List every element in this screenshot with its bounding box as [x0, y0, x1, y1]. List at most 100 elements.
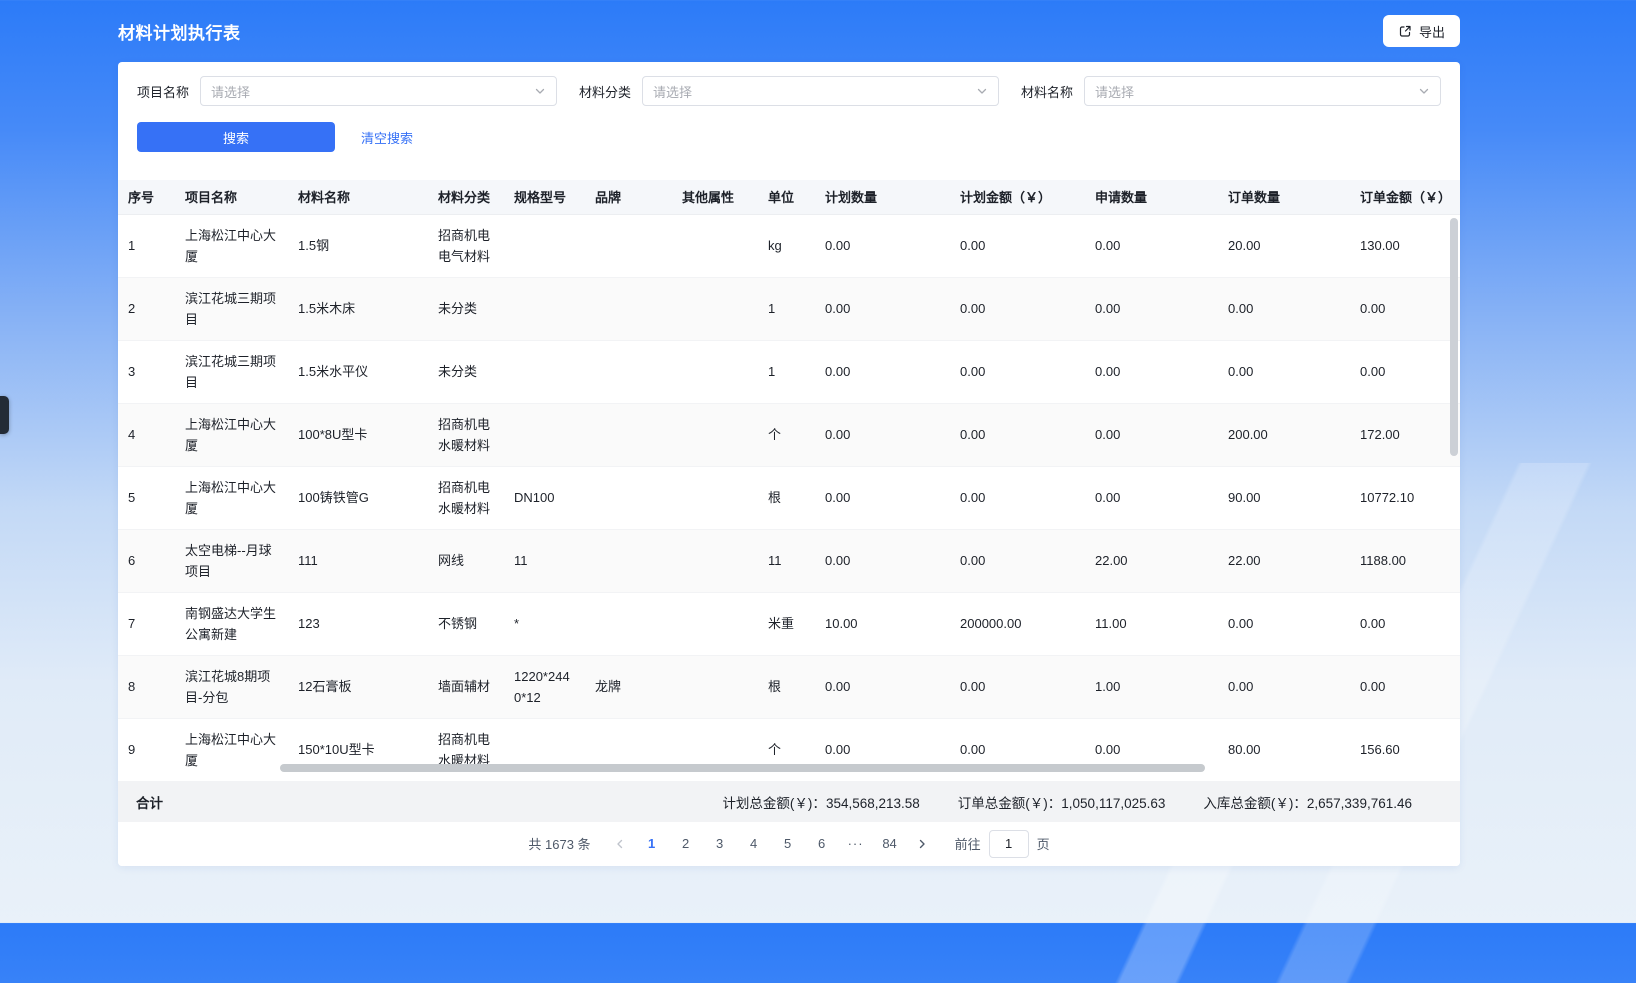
table-cell: 0.00: [1218, 277, 1350, 340]
vertical-scrollbar-thumb[interactable]: [1450, 218, 1458, 456]
table-cell: [672, 592, 758, 655]
table-cell: 130.00: [1350, 214, 1460, 277]
column-header: 材料分类: [428, 180, 504, 214]
search-button[interactable]: 搜索: [137, 122, 335, 152]
page-jump: 前往 页: [955, 830, 1050, 858]
table-header-row: 序号项目名称材料名称材料分类规格型号品牌其他属性单位计划数量计划金额（￥）申请数…: [118, 180, 1460, 214]
next-page-button[interactable]: [907, 830, 937, 858]
page-button-6[interactable]: 6: [805, 830, 839, 858]
page-jump-input[interactable]: [989, 830, 1029, 858]
table-cell: 0.00: [1085, 466, 1218, 529]
pager-pages: 123456···84: [635, 830, 907, 858]
table-cell: 20.00: [1218, 214, 1350, 277]
summary-items: 计划总金额(￥)：354,568,213.58 订单总金额(￥)：1,050,1…: [722, 792, 1412, 812]
table-row: 6太空电梯--月球项目111网线11110.000.0022.0022.0011…: [118, 529, 1460, 592]
column-header: 品牌: [585, 180, 672, 214]
horizontal-scrollbar-thumb[interactable]: [280, 764, 1205, 772]
table-cell: 0.00: [1085, 214, 1218, 277]
table-cell: 11: [758, 529, 815, 592]
table-row: 4上海松江中心大厦100*8U型卡招商机电 水暖材料个0.000.000.002…: [118, 403, 1460, 466]
table-cell: 0.00: [815, 403, 950, 466]
table-cell: [504, 214, 585, 277]
project-name-placeholder: 请选择: [211, 82, 250, 101]
table-cell: [585, 466, 672, 529]
table-cell: [672, 277, 758, 340]
table-cell: 9: [118, 718, 175, 781]
table-cell: 上海松江中心大厦: [175, 718, 288, 781]
page-button-3[interactable]: 3: [703, 830, 737, 858]
chevron-left-icon: [614, 838, 626, 850]
clear-search-link[interactable]: 清空搜索: [361, 128, 413, 147]
table-cell: 0.00: [815, 214, 950, 277]
page-button-2[interactable]: 2: [669, 830, 703, 858]
table-cell: [585, 277, 672, 340]
table-cell: 0.00: [950, 277, 1085, 340]
column-header: 材料名称: [288, 180, 428, 214]
table-cell: 22.00: [1218, 529, 1350, 592]
table-cell: 0.00: [950, 466, 1085, 529]
table-cell: 3: [118, 340, 175, 403]
table-row: 8滨江花城8期项目-分包12石膏板墙面辅材1220*2440*12龙牌根0.00…: [118, 655, 1460, 718]
table-cell: 米重: [758, 592, 815, 655]
table-cell: 200000.00: [950, 592, 1085, 655]
table-cell: 上海松江中心大厦: [175, 214, 288, 277]
table-cell: [672, 529, 758, 592]
table-cell: 111: [288, 529, 428, 592]
prev-page-button[interactable]: [605, 830, 635, 858]
table-cell: 网线: [428, 529, 504, 592]
table-cell: 招商机电 水暖材料: [428, 466, 504, 529]
column-header: 申请数量: [1085, 180, 1218, 214]
chevron-right-icon: [916, 838, 928, 850]
page-button-5[interactable]: 5: [771, 830, 805, 858]
table-cell: 1188.00: [1350, 529, 1460, 592]
filter-panel: 项目名称 请选择 材料分类 请选择 材料名称 请选择: [118, 62, 1460, 180]
column-header: 计划金额（￥）: [950, 180, 1085, 214]
material-name-select[interactable]: 请选择: [1084, 76, 1441, 106]
material-name-placeholder: 请选择: [1095, 82, 1134, 101]
table-cell: 1: [758, 340, 815, 403]
chevron-down-icon: [976, 85, 988, 97]
page-button-84[interactable]: 84: [873, 830, 907, 858]
table-cell: 7: [118, 592, 175, 655]
plan-total-amount: 计划总金额(￥)：354,568,213.58: [722, 792, 919, 812]
table-cell: 1: [758, 277, 815, 340]
column-header: 序号: [118, 180, 175, 214]
column-header: 其他属性: [672, 180, 758, 214]
content-card: 项目名称 请选择 材料分类 请选择 材料名称 请选择: [118, 62, 1460, 866]
table-cell: [585, 592, 672, 655]
export-icon: [1398, 24, 1412, 38]
table-cell: *: [504, 592, 585, 655]
table-cell: 0.00: [950, 655, 1085, 718]
table-cell: 1.5米水平仪: [288, 340, 428, 403]
pager-more-icon[interactable]: ···: [839, 830, 873, 858]
topbar: 材料计划执行表 导出: [118, 0, 1460, 62]
column-header: 规格型号: [504, 180, 585, 214]
filter-actions: 搜索 清空搜索: [137, 122, 1441, 152]
material-category-select[interactable]: 请选择: [642, 76, 999, 106]
table-cell: 0.00: [815, 718, 950, 781]
table-cell: 1.00: [1085, 655, 1218, 718]
table-cell: [504, 340, 585, 403]
export-button[interactable]: 导出: [1383, 15, 1460, 47]
table-cell: 个: [758, 718, 815, 781]
table-cell: 0.00: [815, 340, 950, 403]
table-cell: 0.00: [1350, 655, 1460, 718]
table-cell: [585, 340, 672, 403]
page-button-4[interactable]: 4: [737, 830, 771, 858]
table-cell: 2: [118, 277, 175, 340]
drawer-handle[interactable]: [0, 396, 9, 434]
table-cell: 90.00: [1218, 466, 1350, 529]
project-name-select[interactable]: 请选择: [200, 76, 557, 106]
table-cell: 123: [288, 592, 428, 655]
page-button-1[interactable]: 1: [635, 830, 669, 858]
table-cell: 南钢盛达大学生公寓新建: [175, 592, 288, 655]
table-cell: 未分类: [428, 277, 504, 340]
table-cell: 0.00: [1350, 340, 1460, 403]
table-cell: [504, 403, 585, 466]
table-cell: 10.00: [815, 592, 950, 655]
table-cell: 上海松江中心大厦: [175, 403, 288, 466]
table-cell: 172.00: [1350, 403, 1460, 466]
table-cell: 龙牌: [585, 655, 672, 718]
table-cell: 1.5钢: [288, 214, 428, 277]
summary-total-label: 合计: [136, 792, 163, 812]
